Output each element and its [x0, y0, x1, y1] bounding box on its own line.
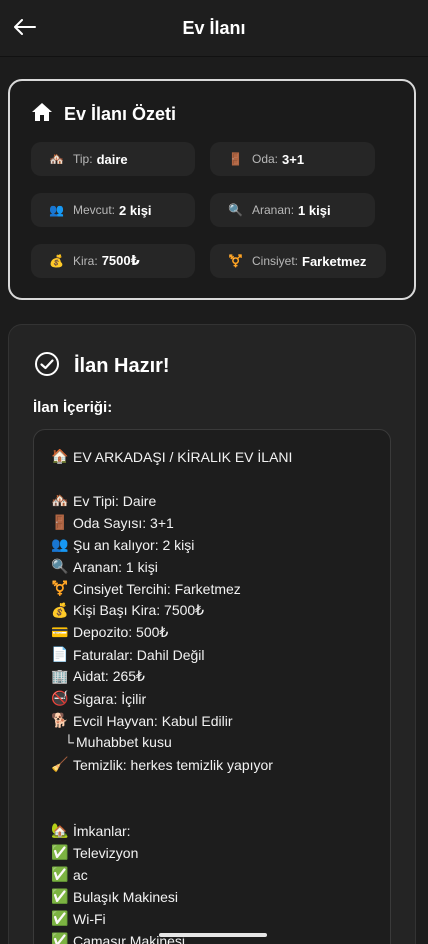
app-bar: Ev İlanı	[0, 0, 428, 57]
check-mark-icon: ✅	[51, 932, 69, 944]
chip-label: Mevcut:	[73, 203, 116, 217]
money-bag-icon: 💰	[51, 602, 69, 618]
money-bag-icon: 💰	[49, 254, 64, 268]
door-icon: 🚪	[51, 514, 69, 530]
building-icon: 🏢	[51, 668, 69, 684]
chip-label: Cinsiyet:	[252, 254, 299, 268]
content-text: Sigara: İçilir	[73, 690, 147, 707]
magnifier-icon: 🔍	[51, 558, 69, 574]
content-text: ac	[73, 866, 88, 883]
chip-label: Oda:	[252, 152, 279, 166]
dog-icon: 🐕	[51, 712, 69, 728]
content-text: Ev Tipi: Daire	[73, 492, 157, 509]
back-arrow-icon[interactable]	[12, 14, 38, 40]
content-text: Kişi Başı Kira: 7500₺	[73, 602, 205, 618]
content-line: 💰 Kişi Başı Kira: 7500₺	[51, 602, 204, 619]
content-text: EV ARKADAŞI / KİRALIK EV İLANI	[73, 448, 293, 465]
content-line: ✅ Televizyon	[51, 844, 138, 861]
people-icon: 👥	[51, 536, 69, 552]
check-mark-icon: ✅	[51, 888, 69, 904]
summary-title: Ev İlanı Özeti	[64, 104, 177, 124]
chip-wanted: 🔍 Aranan: 1 kişi	[210, 193, 375, 227]
content-text: Televizyon	[73, 844, 139, 861]
content-text: Aidat: 265₺	[73, 668, 145, 684]
gender-icon: ⚧️	[51, 580, 69, 596]
content-label: İlan İçeriği:	[33, 399, 113, 416]
content-line: 🔍 Aranan: 1 kişi	[51, 558, 158, 575]
result-header: İlan Hazır!	[34, 351, 170, 382]
no-smoking-icon: 🚭	[51, 690, 69, 706]
listing-summary-card: Ev İlanı Özeti 🏘️ Tip: daire 🚪 Oda: 3+1 …	[8, 79, 416, 300]
chip-label: Tip:	[73, 152, 93, 166]
door-icon: 🚪	[228, 152, 243, 166]
tree-branch-glyph: └	[64, 734, 74, 750]
content-line: ✅ Bulaşık Makinesi	[51, 888, 178, 905]
content-line: 🏠 EV ARKADAŞI / KİRALIK EV İLANI	[51, 448, 292, 465]
chip-value: Farketmez	[302, 253, 367, 269]
content-line: 🏘️ Ev Tipi: Daire	[51, 492, 156, 509]
check-mark-icon: ✅	[51, 844, 69, 860]
content-line: └ Muhabbet kusu	[64, 734, 172, 750]
chip-value: daire	[96, 151, 128, 167]
content-line: 🚪 Oda Sayısı: 3+1	[51, 514, 174, 531]
content-line: 🐕 Evcil Hayvan: Kabul Edilir	[51, 712, 233, 729]
content-text: Şu an kalıyor: 2 kişi	[73, 536, 195, 553]
chip-current: 👥 Mevcut: 2 kişi	[31, 193, 195, 227]
chip-gender: ⚧️ Cinsiyet: Farketmez	[210, 244, 386, 278]
content-text: Wi-Fi	[73, 910, 106, 927]
content-text: Evcil Hayvan: Kabul Edilir	[73, 712, 233, 729]
house-garden-icon: 🏡	[51, 822, 69, 838]
content-line: 🏡 İmkanlar:	[51, 822, 131, 839]
result-title: İlan Hazır!	[74, 355, 170, 377]
content-text: Bulaşık Makinesi	[73, 888, 179, 905]
content-line: ⚧️ Cinsiyet Tercihi: Farketmez	[51, 580, 241, 597]
content-line: 🧹 Temizlik: herkes temizlik yapıyor	[51, 756, 273, 773]
chip-value: 7500₺	[101, 253, 140, 268]
content-line: 📄 Faturalar: Dahil Değil	[51, 646, 205, 663]
check-circle-icon	[34, 351, 60, 382]
content-line: ✅ ac	[51, 866, 88, 883]
home-indicator[interactable]	[159, 933, 267, 937]
content-line: 👥 Şu an kalıyor: 2 kişi	[51, 536, 194, 553]
chip-value: 1 kişi	[298, 202, 331, 218]
houses-icon: 🏘️	[49, 152, 64, 166]
content-line: ✅ Wi-Fi	[51, 910, 106, 927]
content-text: Faturalar: Dahil Değil	[73, 646, 205, 663]
chip-rent: 💰 Kira: 7500₺	[31, 244, 195, 278]
summary-header: Ev İlanı Özeti	[32, 103, 176, 126]
chip-type: 🏘️ Tip: daire	[31, 142, 195, 176]
magnifier-icon: 🔍	[228, 203, 243, 217]
chip-label: Kira:	[73, 254, 98, 268]
houses-icon: 🏘️	[51, 492, 69, 508]
listing-ready-card: İlan Hazır! İlan İçeriği: 🏠 EV ARKADAŞI …	[8, 324, 416, 944]
content-text: Aranan: 1 kişi	[73, 558, 158, 575]
content-text: Temizlik: herkes temizlik yapıyor	[73, 756, 273, 773]
people-icon: 👥	[49, 203, 64, 217]
content-line: 💳 Depozito: 500₺	[51, 624, 168, 641]
chip-rooms: 🚪 Oda: 3+1	[210, 142, 375, 176]
home-icon	[32, 103, 52, 126]
house-icon: 🏠	[51, 448, 69, 464]
chip-value: 2 kişi	[119, 202, 152, 218]
document-icon: 📄	[51, 646, 69, 662]
content-text: Muhabbet kusu	[76, 734, 172, 750]
chip-value: 3+1	[282, 151, 305, 167]
check-mark-icon: ✅	[51, 910, 69, 926]
content-line: 🚭 Sigara: İçilir	[51, 690, 146, 707]
listing-content-box[interactable]: 🏠 EV ARKADAŞI / KİRALIK EV İLANI 🏘️ Ev T…	[33, 429, 391, 944]
check-mark-icon: ✅	[51, 866, 69, 882]
broom-icon: 🧹	[51, 756, 69, 772]
credit-card-icon: 💳	[51, 624, 69, 640]
content-text: Oda Sayısı: 3+1	[73, 514, 174, 531]
gender-icon: ⚧️	[228, 254, 243, 268]
page-title: Ev İlanı	[182, 17, 246, 38]
chip-label: Aranan:	[252, 203, 295, 217]
content-line: 🏢 Aidat: 265₺	[51, 668, 145, 685]
content-text: İmkanlar:	[73, 822, 131, 839]
content-text: Cinsiyet Tercihi: Farketmez	[73, 580, 241, 597]
content-text: Depozito: 500₺	[73, 624, 169, 640]
